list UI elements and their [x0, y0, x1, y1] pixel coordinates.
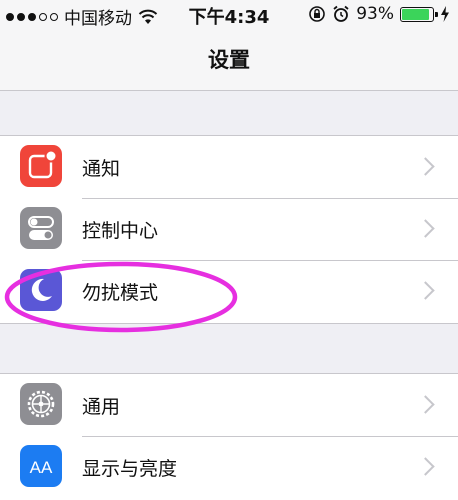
charging-icon — [441, 6, 449, 22]
moon-glyph — [31, 278, 52, 301]
rotation-lock-icon — [309, 6, 326, 22]
settings-group-2: 通用 AA 显示与亮度 — [0, 373, 458, 500]
settings-group-1: 通知 控制中心 勿扰模式 — [0, 135, 458, 324]
page-title: 设置 — [208, 48, 250, 72]
moon-icon — [20, 269, 62, 311]
battery-level-fill — [402, 8, 429, 20]
notifications-icon — [20, 145, 62, 187]
settings-row-label: 通用 — [82, 396, 121, 418]
alarm-icon — [333, 5, 349, 22]
status-right: 93% — [308, 4, 450, 24]
chevron-right-icon — [416, 281, 435, 300]
settings-row-label: 通知 — [82, 158, 121, 180]
navigation-bar: 设置 — [0, 28, 458, 91]
battery-icon — [400, 6, 438, 22]
chevron-right-icon — [416, 395, 435, 414]
display-brightness-glyph: AA — [30, 458, 53, 477]
gear-icon — [20, 383, 62, 425]
settings-row-display-brightness[interactable]: AA 显示与亮度 — [0, 435, 458, 498]
settings-row-label: 显示与亮度 — [82, 458, 178, 480]
status-bar: 中国移动 下午4:34 93% — [0, 0, 458, 29]
display-brightness-icon: AA — [20, 445, 62, 487]
settings-row-label: 控制中心 — [82, 220, 159, 242]
gear-glyph — [27, 390, 55, 418]
settings-row-control-center[interactable]: 控制中心 — [0, 197, 458, 260]
settings-row-label: 勿扰模式 — [82, 282, 159, 304]
aa-glyph-text: AA — [30, 458, 53, 477]
chevron-right-icon — [416, 457, 435, 476]
control-center-icon — [20, 207, 62, 249]
chevron-right-icon — [416, 219, 435, 238]
toggles-glyph — [28, 216, 54, 240]
settings-row-general[interactable]: 通用 — [0, 374, 458, 436]
battery-tip — [435, 11, 438, 17]
settings-row-do-not-disturb[interactable]: 勿扰模式 — [0, 259, 458, 322]
battery-percent: 93% — [356, 4, 394, 24]
settings-row-notifications[interactable]: 通知 — [0, 136, 458, 198]
notifications-glyph — [28, 149, 58, 179]
chevron-right-icon — [416, 157, 435, 176]
